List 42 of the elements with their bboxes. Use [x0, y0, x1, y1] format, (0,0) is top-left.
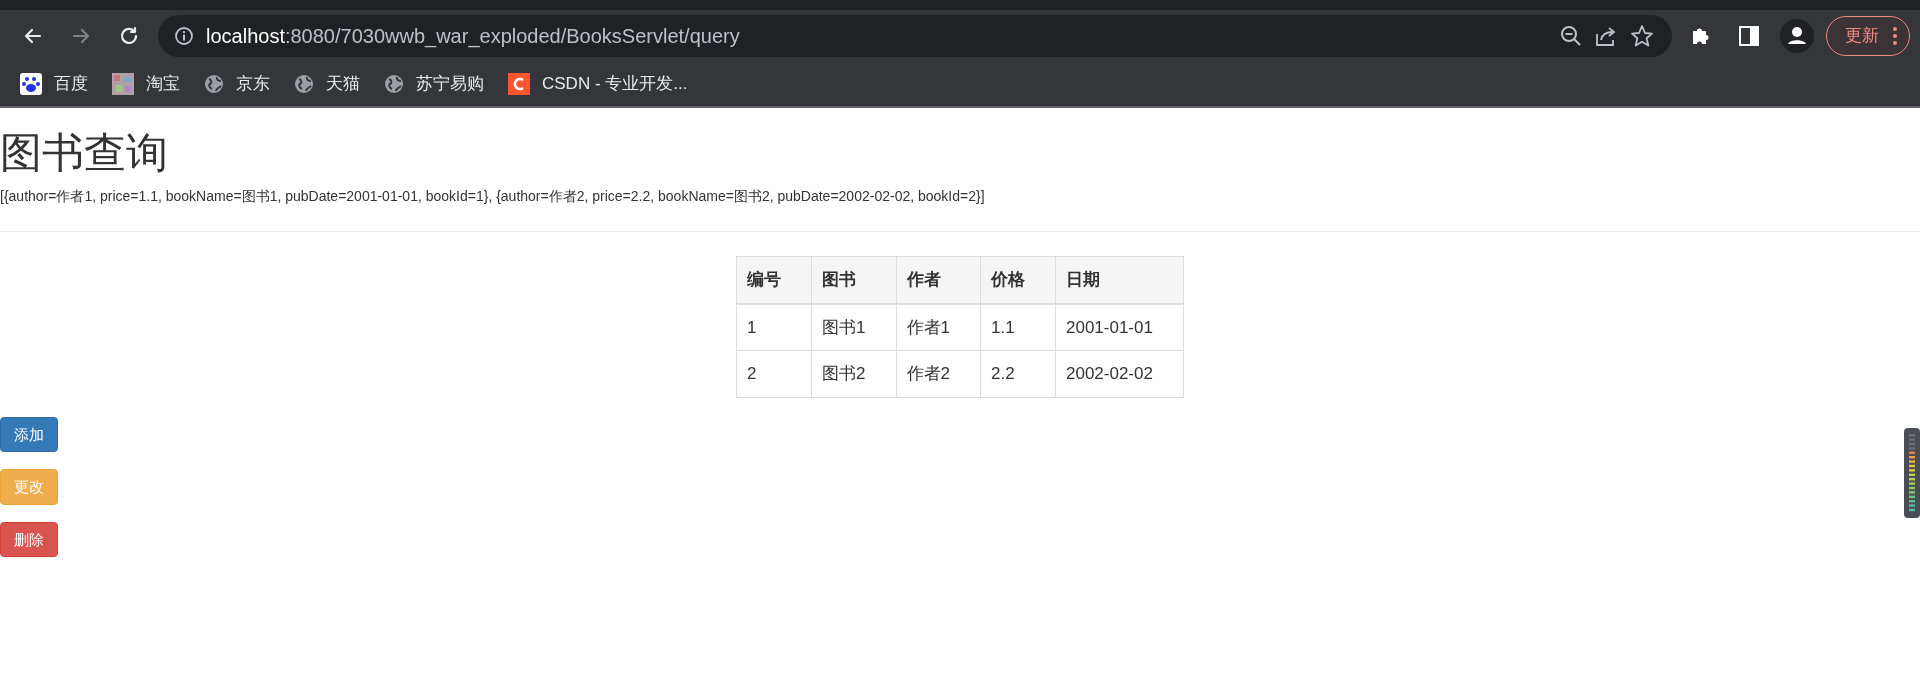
table-cell: 作者1 [896, 303, 981, 351]
column-header: 日期 [1055, 256, 1184, 304]
column-header: 图书 [811, 256, 896, 304]
table-cell: 2 [736, 350, 812, 398]
mosaic-icon [112, 73, 134, 95]
star-icon[interactable] [1630, 24, 1654, 48]
table-cell: 2002-02-02 [1055, 350, 1184, 398]
bookmark[interactable]: 苏宁易购 [384, 71, 484, 97]
more-icon[interactable] [1893, 27, 1897, 45]
share-icon[interactable] [1594, 25, 1618, 47]
table-cell: 图书1 [811, 303, 896, 351]
bookmark[interactable]: 淘宝 [112, 71, 180, 97]
profile-icon[interactable] [1780, 19, 1814, 53]
address-bar[interactable]: localhost:8080/7030wwb_war_exploded/BooksServlet/query [158, 15, 1672, 57]
bookmark[interactable]: 百度 [20, 71, 88, 97]
add-button[interactable]: 添加 [0, 416, 58, 453]
level-meter-icon[interactable] [1904, 428, 1920, 518]
bookmark[interactable]: 京东 [204, 71, 270, 97]
table-cell: 图书2 [811, 350, 896, 398]
globe-icon [384, 74, 404, 94]
globe-icon [204, 74, 224, 94]
paw-icon [20, 73, 42, 95]
zoom-out-icon[interactable] [1560, 25, 1582, 47]
delete-button[interactable]: 删除 [0, 521, 58, 558]
bookmark[interactable]: CSDN - 专业开发... [508, 71, 688, 97]
raw-data-text: [{author=作者1, price=1.1, bookName=图书1, pubDate=2001-01-01, bookId=1}, {author=作者2, price=2.2, bookName=图书2, pubDate=2002-02-02, bookId=2}] [0, 187, 986, 207]
page-title: 图书查询 [0, 130, 169, 177]
update-button[interactable]: 更新 [1826, 16, 1910, 56]
table-cell: 1 [736, 303, 812, 351]
csdn-logo-icon [508, 73, 530, 95]
column-header: 作者 [896, 256, 981, 304]
table-cell: 2001-01-01 [1055, 303, 1184, 351]
column-header: 编号 [736, 256, 812, 304]
url-text: localhost:8080/7030wwb_war_exploded/BooksServlet/query [206, 24, 741, 50]
bookmark[interactable]: 天猫 [294, 71, 360, 97]
side-panel-icon[interactable] [1739, 26, 1759, 46]
info-icon[interactable] [174, 26, 194, 46]
table-cell: 作者2 [896, 350, 981, 398]
table-cell: 1.1 [980, 303, 1056, 351]
globe-icon [294, 74, 314, 94]
column-header: 价格 [980, 256, 1056, 304]
table-cell: 2.2 [980, 350, 1056, 398]
